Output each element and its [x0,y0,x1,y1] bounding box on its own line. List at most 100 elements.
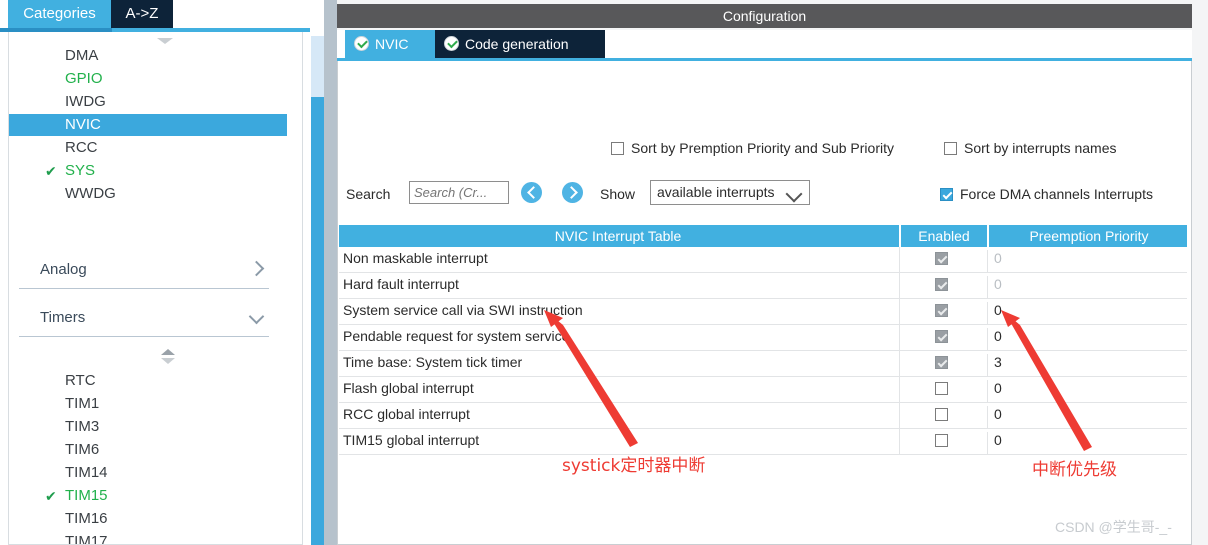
peripheral-label: TIM6 [65,441,100,458]
column-header-preemption-priority[interactable]: Preemption Priority [987,225,1189,247]
page-title: Configuration [337,4,1192,28]
table-row[interactable]: Time base: System tick timer 3 [339,351,1187,377]
enabled-cell[interactable] [899,429,986,454]
checkbox[interactable] [611,142,624,155]
peripheral-item-wwdg[interactable]: WWDG [9,183,287,205]
tab-label: Code generation [465,36,569,52]
search-label: Search [346,186,391,202]
checkbox-label: Sort by Premption Priority and Sub Prior… [631,140,894,156]
enabled-cell[interactable] [899,403,986,428]
table-header-row: NVIC Interrupt Table Enabled Preemption … [339,225,1187,247]
checkbox[interactable] [940,188,953,201]
interrupt-name: RCC global interrupt [343,406,470,422]
column-header-enabled[interactable]: Enabled [899,225,987,247]
table-row[interactable]: Hard fault interrupt 0 [339,273,1187,299]
interrupt-name: TIM15 global interrupt [343,432,480,448]
chevron-down-icon[interactable] [248,308,265,325]
enabled-cell[interactable] [899,299,986,324]
search-previous-icon[interactable] [521,182,542,203]
enabled-cell[interactable] [899,273,986,298]
panel-divider [324,0,337,545]
check-circle-icon [354,36,369,51]
tab-label: NVIC [375,36,409,52]
peripheral-item-tim3[interactable]: TIM3 [9,416,287,438]
peripheral-item-gpio[interactable]: GPIO [9,68,287,90]
table-row[interactable]: Flash global interrupt 0 [339,377,1187,403]
peripheral-item-tim6[interactable]: TIM6 [9,439,287,461]
left-panel-scrollbar-thumb[interactable] [311,97,324,545]
peripheral-label: GPIO [65,70,103,87]
priority-cell[interactable]: 0 [987,380,1187,402]
peripheral-list: DMA GPIO IWDG NVIC RCC ✔ SYS WWDG Analog… [8,32,303,545]
priority-cell[interactable]: 3 [987,354,1187,376]
table-row[interactable]: Pendable request for system service 0 [339,325,1187,351]
peripheral-item-sys[interactable]: ✔ SYS [9,160,287,182]
priority-cell[interactable]: 0 [987,250,1187,272]
peripheral-item-tim14[interactable]: TIM14 [9,462,287,484]
column-header-name[interactable]: NVIC Interrupt Table [339,225,897,247]
tab-a-to-z[interactable]: A->Z [111,0,173,28]
peripheral-label: WWDG [65,185,116,202]
peripheral-label: DMA [65,47,99,64]
peripheral-item-tim16[interactable]: TIM16 [9,508,287,530]
table-row[interactable]: System service call via SWI instruction … [339,299,1187,325]
checkbox[interactable] [935,382,948,395]
peripheral-label: IWDG [65,93,106,110]
peripheral-item-dma[interactable]: DMA [9,45,287,67]
show-label: Show [600,186,636,202]
interrupt-name: Time base: System tick timer [343,354,523,370]
checkbox[interactable] [935,408,948,421]
interrupt-name: Pendable request for system service [343,328,570,344]
checkbox [935,304,948,317]
peripheral-tree-panel: Categories A->Z DMA GPIO IWDG NVIC RCC ✔… [0,0,324,545]
peripheral-item-tim15[interactable]: ✔ TIM15 [9,485,287,507]
sort-by-interrupts-names-checkbox-row[interactable]: Sort by interrupts names [944,140,1117,156]
show-filter-dropdown[interactable]: available interrupts [650,180,810,205]
tab-nvic[interactable]: NVIC [345,30,435,58]
force-dma-channels-interrupts-checkbox-row[interactable]: Force DMA channels Interrupts [940,186,1153,202]
checkbox[interactable] [935,434,948,447]
watermark: CSDN @学生哥-_- [1055,519,1172,535]
chevron-down-icon [785,185,803,203]
peripheral-label: TIM14 [65,464,108,481]
enabled-cell[interactable] [899,247,986,272]
priority-cell[interactable]: 0 [987,276,1187,298]
peripheral-item-rtc[interactable]: RTC [9,370,287,392]
peripheral-item-rcc[interactable]: RCC [9,137,287,159]
priority-cell[interactable]: 0 [987,432,1187,454]
table-row[interactable]: Non maskable interrupt 0 [339,247,1187,273]
table-row[interactable]: RCC global interrupt 0 [339,403,1187,429]
peripheral-item-tim1[interactable]: TIM1 [9,393,287,415]
configuration-tabs: NVIC Code generation [337,30,1192,58]
sort-by-premption-priority-checkbox-row[interactable]: Sort by Premption Priority and Sub Prior… [611,140,894,156]
peripheral-label: TIM3 [65,418,100,435]
group-analog[interactable]: Analog [19,254,269,289]
priority-cell[interactable]: 0 [987,406,1187,428]
group-label: Analog [40,261,87,278]
nvic-interrupt-table: NVIC Interrupt Table Enabled Preemption … [339,225,1187,455]
group-timers[interactable]: Timers [19,302,269,337]
search-next-icon[interactable] [562,182,583,203]
interrupt-name: Hard fault interrupt [343,276,459,292]
enabled-cell[interactable] [899,351,986,376]
enabled-cell[interactable] [899,325,986,350]
peripheral-label: SYS [65,162,96,179]
configured-check-icon: ✔ [45,163,57,179]
tab-categories[interactable]: Categories [8,0,111,28]
priority-cell[interactable]: 0 [987,328,1187,350]
table-row[interactable]: TIM15 global interrupt 0 [339,429,1187,455]
peripheral-item-nvic[interactable]: NVIC [9,114,287,136]
tab-code-generation[interactable]: Code generation [435,30,605,58]
checkbox[interactable] [944,142,957,155]
checkbox [935,278,948,291]
peripheral-item-iwdg[interactable]: IWDG [9,91,287,113]
checkbox [935,330,948,343]
scroll-updown-arrows-icon[interactable] [159,349,179,367]
search-input[interactable] [409,181,509,204]
peripheral-item-tim17[interactable]: TIM17 [9,531,287,544]
priority-cell[interactable]: 0 [987,302,1187,324]
interrupt-name: Flash global interrupt [343,380,474,396]
enabled-cell[interactable] [899,377,986,402]
peripheral-label: TIM15 [65,487,108,504]
chevron-right-icon[interactable] [248,260,265,277]
